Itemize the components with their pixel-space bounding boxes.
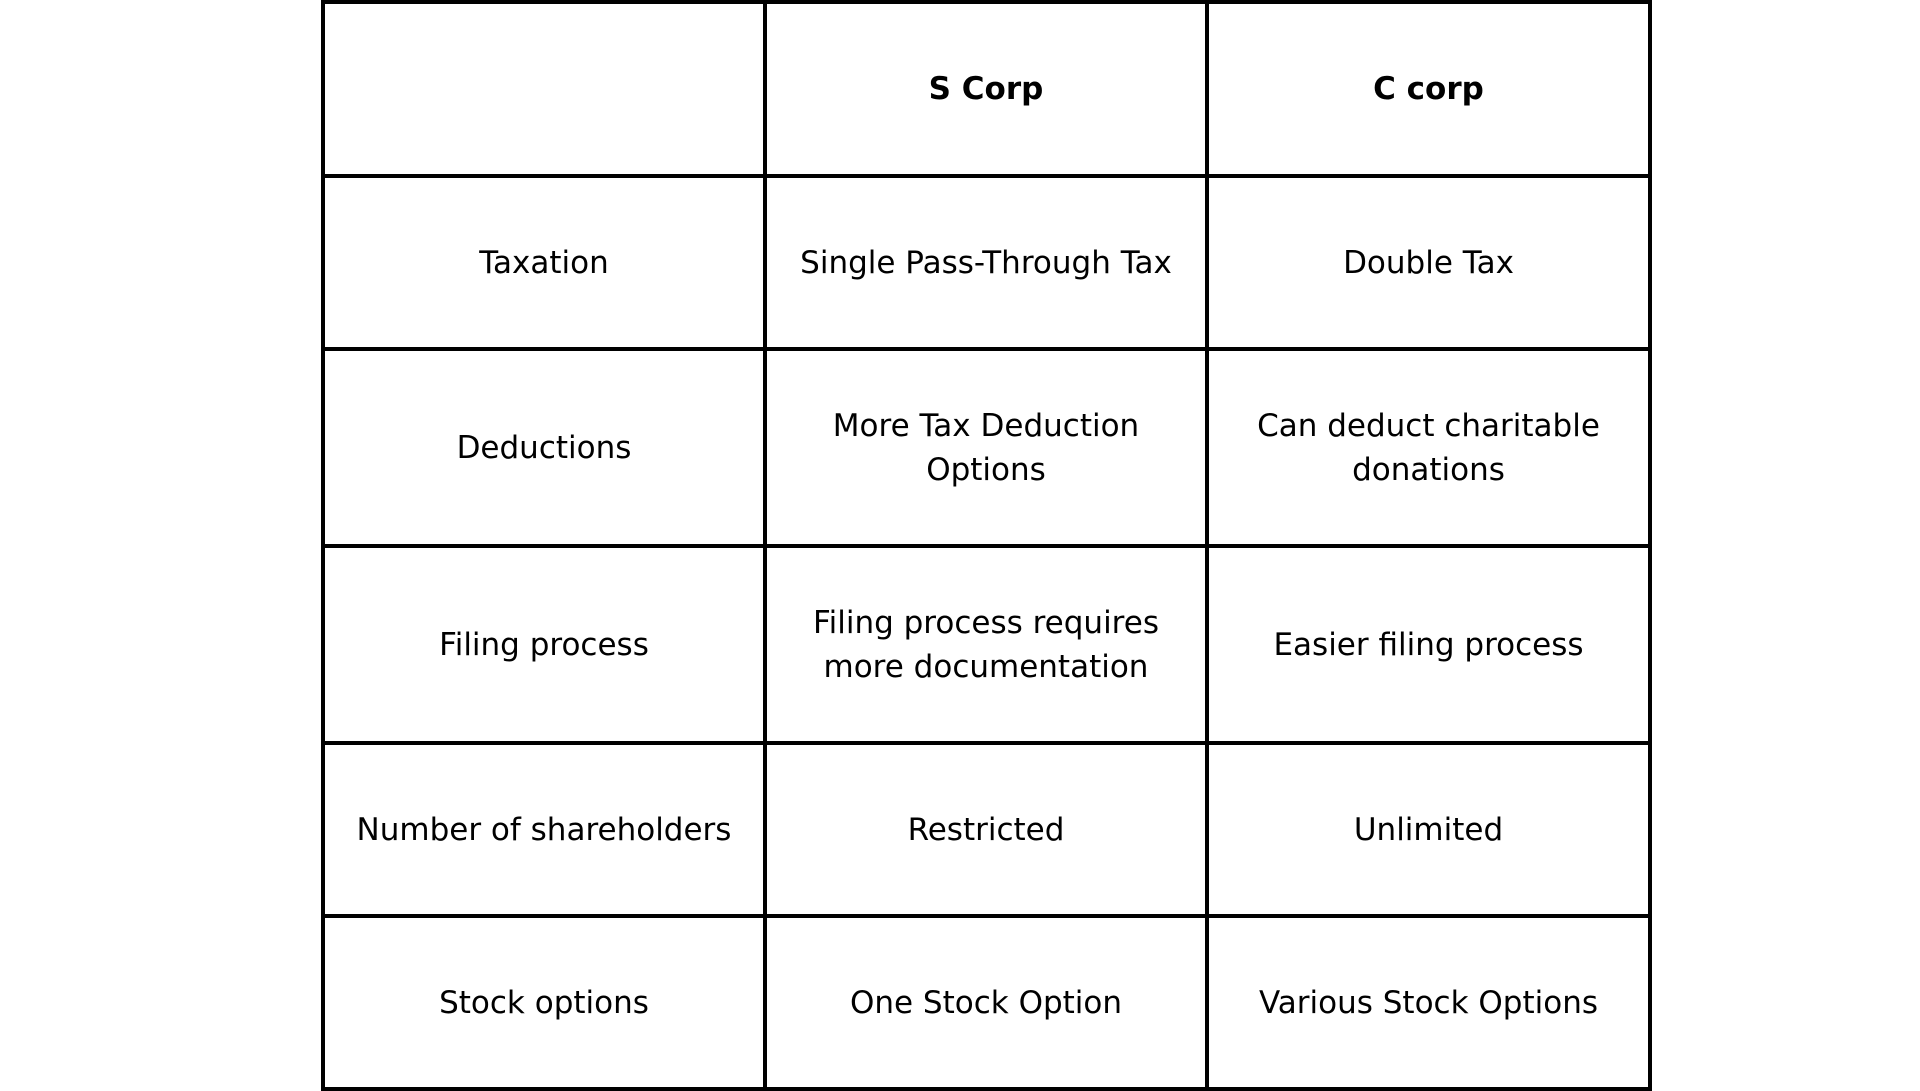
table-row: Deductions More Tax Deduction Options Ca… <box>321 347 1652 548</box>
feature-cell: Stock options <box>321 914 767 1091</box>
c-corp-cell: Unlimited <box>1205 741 1652 918</box>
s-corp-cell: Filing process requires more documentati… <box>763 544 1209 745</box>
feature-cell: Deductions <box>321 347 767 548</box>
c-corp-cell: Easier filing process <box>1205 544 1652 745</box>
s-corp-cell: Single Pass-Through Tax <box>763 174 1209 351</box>
table-row: Taxation Single Pass-Through Tax Double … <box>321 174 1652 351</box>
header-row: S Corp C corp <box>321 0 1652 178</box>
table-row: Number of shareholders Restricted Unlimi… <box>321 741 1652 918</box>
header-cell-c-corp: C corp <box>1205 0 1652 178</box>
s-corp-cell: One Stock Option <box>763 914 1209 1091</box>
c-corp-cell: Various Stock Options <box>1205 914 1652 1091</box>
comparison-table: S Corp C corp Taxation Single Pass-Throu… <box>321 0 1652 1091</box>
feature-cell: Filing process <box>321 544 767 745</box>
header-cell-s-corp: S Corp <box>763 0 1209 178</box>
c-corp-cell: Double Tax <box>1205 174 1652 351</box>
s-corp-cell: More Tax Deduction Options <box>763 347 1209 548</box>
table-row: Stock options One Stock Option Various S… <box>321 914 1652 1091</box>
c-corp-cell: Can deduct charitable donations <box>1205 347 1652 548</box>
table-row: Filing process Filing process requires m… <box>321 544 1652 745</box>
s-corp-cell: Restricted <box>763 741 1209 918</box>
feature-cell: Taxation <box>321 174 767 351</box>
feature-cell: Number of shareholders <box>321 741 767 918</box>
header-cell-empty <box>321 0 767 178</box>
